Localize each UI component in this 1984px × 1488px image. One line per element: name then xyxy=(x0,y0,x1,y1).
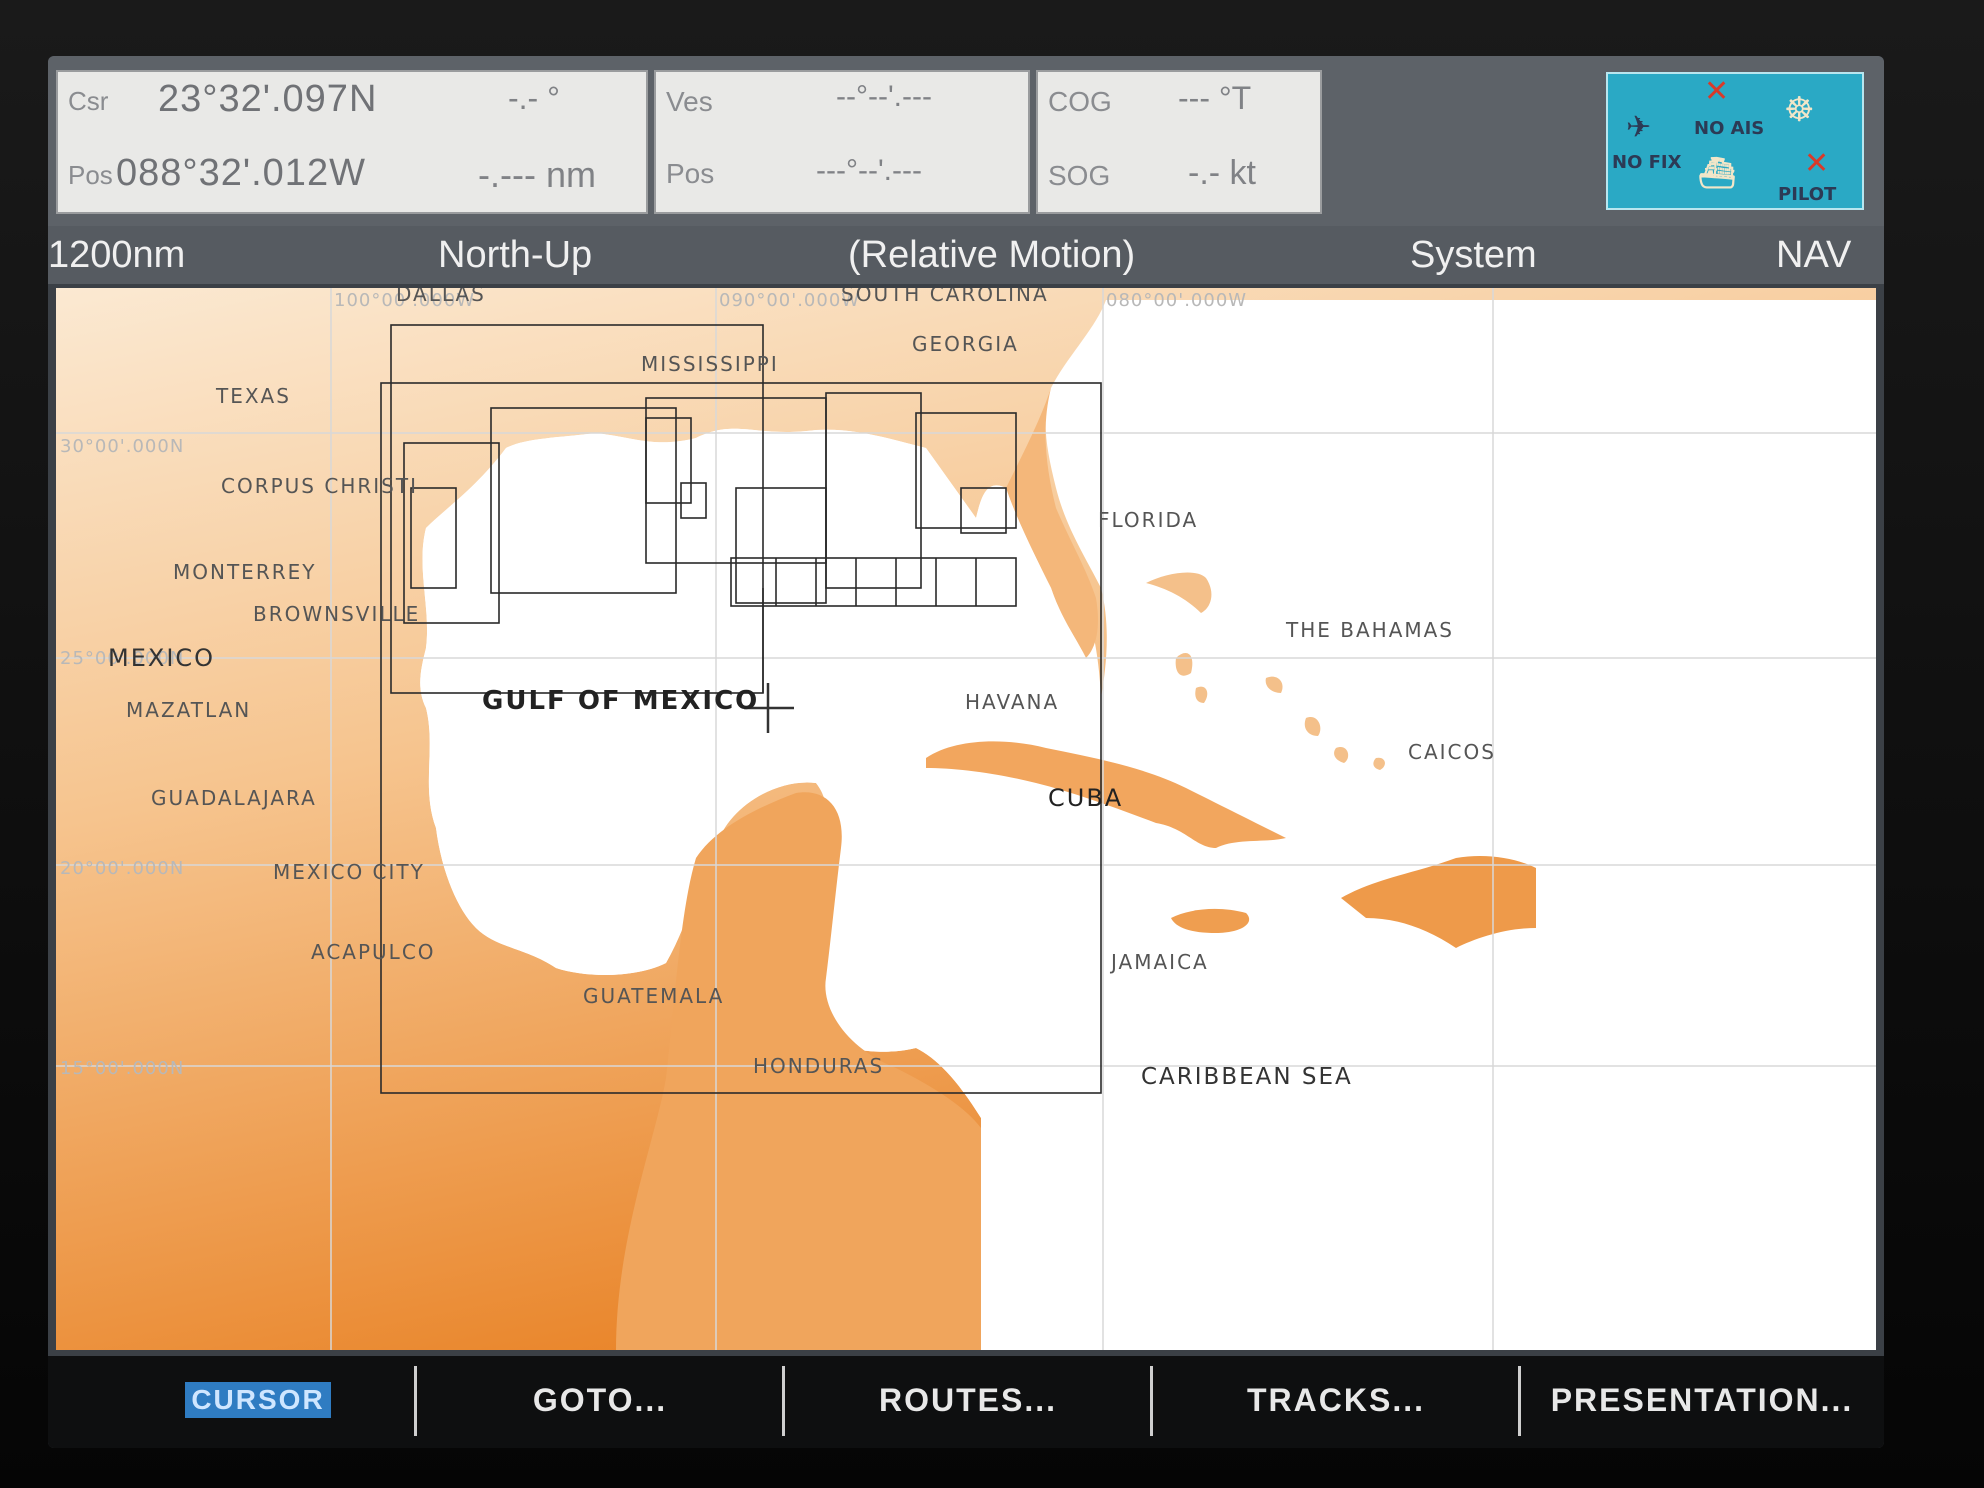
label-mississippi: MISSISSIPPI xyxy=(641,352,779,376)
label-south-carolina: SOUTH CAROLINA xyxy=(841,288,1049,306)
pilot-label: PILOT xyxy=(1778,184,1837,205)
cog-value: --- °T xyxy=(1178,80,1252,116)
mode-bar: 1200nm North-Up (Relative Motion) System… xyxy=(48,226,1884,284)
orientation-label[interactable]: North-Up xyxy=(438,234,592,277)
grid-label-lat-20: 20°00'.000N xyxy=(60,858,185,879)
chartplotter-screen: Csr 23°32'.097N -.- ° Pos 088°32'.012W -… xyxy=(48,56,1884,1448)
land-hispaniola xyxy=(1341,856,1536,948)
softkey-divider xyxy=(1150,1366,1153,1436)
label-cuba: CUBA xyxy=(1048,784,1124,812)
softkey-divider xyxy=(1518,1366,1521,1436)
label-the-bahamas: THE BAHAMAS xyxy=(1286,618,1455,642)
chart-svg xyxy=(56,288,1876,1350)
land-jamaica xyxy=(1171,908,1250,933)
distance-value: -.--- nm xyxy=(478,154,596,195)
cursor-softkey[interactable]: CURSOR xyxy=(178,1370,338,1430)
label-corpus-christi: CORPUS CHRISTI xyxy=(221,474,418,498)
range-label[interactable]: 1200nm xyxy=(48,234,185,277)
softkey-divider xyxy=(414,1366,417,1436)
cog-label: COG xyxy=(1048,86,1112,117)
goto-softkey[interactable]: GOTO... xyxy=(420,1370,780,1430)
label-acapulco: ACAPULCO xyxy=(311,940,436,964)
csr-bearing-value: -.- ° xyxy=(508,80,560,116)
cursor-softkey-label: CURSOR xyxy=(185,1382,331,1418)
no-ais-x-icon: ✕ xyxy=(1704,74,1730,109)
course-speed-box[interactable]: COG --- °T SOG -.- kt xyxy=(1036,70,1322,214)
sog-value: -.- kt xyxy=(1188,154,1256,192)
label-texas: TEXAS xyxy=(216,384,291,408)
vessel-icon: ⛴ xyxy=(1698,156,1737,191)
label-honduras: HONDURAS xyxy=(753,1054,885,1078)
label-monterrey: MONTERREY xyxy=(173,560,317,584)
pilot-x-icon: ✕ xyxy=(1804,146,1830,181)
cursor-position-box[interactable]: Csr 23°32'.097N -.- ° Pos 088°32'.012W -… xyxy=(56,70,648,214)
softkey-bar: CURSOR GOTO... ROUTES... TRACKS... PRESE… xyxy=(48,1356,1884,1448)
longitude-value: 088°32'.012W xyxy=(116,152,366,194)
label-brownsville: BROWNSVILLE xyxy=(253,602,421,626)
softkey-divider xyxy=(782,1366,785,1436)
label-mazatlan: MAZATLAN xyxy=(126,698,252,722)
latitude-value: 23°32'.097N xyxy=(158,78,378,120)
label-guadalajara: GUADALAJARA xyxy=(151,786,317,810)
label-guatemala: GUATEMALA xyxy=(583,984,725,1008)
label-dallas: DALLAS xyxy=(396,288,486,306)
grid-label-lon-080: 080°00'.000W xyxy=(1106,290,1248,311)
label-jamaica: JAMAICA xyxy=(1111,950,1209,974)
sog-label: SOG xyxy=(1048,160,1111,191)
label-florida: FLORIDA xyxy=(1098,508,1199,532)
label-caribbean-sea: CARIBBEAN SEA xyxy=(1141,1064,1353,1090)
no-ais-label: NO AIS xyxy=(1694,118,1765,139)
pos-label: Pos xyxy=(68,160,113,190)
tracks-softkey[interactable]: TRACKS... xyxy=(1156,1370,1516,1430)
label-gulf-of-mexico: GULF OF MEXICO xyxy=(482,686,760,716)
ves-pos-value: ---°--'.--- xyxy=(816,154,922,187)
ves-pos-label: Pos xyxy=(666,158,715,189)
land-bahamas xyxy=(1146,572,1385,770)
nav-mode-label: NAV xyxy=(1776,234,1852,276)
vessel-position-box[interactable]: Ves --°--'.--- Pos ---°--'.--- xyxy=(654,70,1030,214)
motion-mode-label[interactable]: (Relative Motion) xyxy=(848,234,1135,277)
status-panel[interactable]: ✕ NO AIS NO FIX ✈ ⛴ ☸ ✕ PILOT xyxy=(1606,72,1864,210)
label-georgia: GEORGIA xyxy=(912,332,1019,356)
ves-value: --°--'.--- xyxy=(836,80,932,113)
autopilot-icon: ☸ xyxy=(1784,90,1815,130)
no-fix-label: NO FIX xyxy=(1612,152,1682,173)
routes-softkey[interactable]: ROUTES... xyxy=(788,1370,1148,1430)
satellite-icon: ✈ xyxy=(1626,110,1652,145)
label-mexico: MEXICO xyxy=(108,644,216,672)
presentation-softkey[interactable]: PRESENTATION... xyxy=(1524,1370,1880,1430)
grid-label-lat-15: 15°00'.000N xyxy=(60,1058,185,1079)
label-mexico-city: MEXICO CITY xyxy=(273,860,425,884)
system-label[interactable]: System xyxy=(1410,234,1537,277)
grid-label-lat-30: 30°00'.000N xyxy=(60,436,185,457)
label-caicos: CAICOS xyxy=(1408,740,1496,764)
csr-label: Csr xyxy=(68,86,109,116)
chart-area[interactable]: 100°00'.000W 090°00'.000W 080°00'.000W 3… xyxy=(56,288,1876,1350)
label-havana: HAVANA xyxy=(965,690,1060,714)
data-bar: Csr 23°32'.097N -.- ° Pos 088°32'.012W -… xyxy=(48,56,1884,226)
grid-label-lon-090: 090°00'.000W xyxy=(719,290,861,311)
ves-label: Ves xyxy=(666,86,713,117)
